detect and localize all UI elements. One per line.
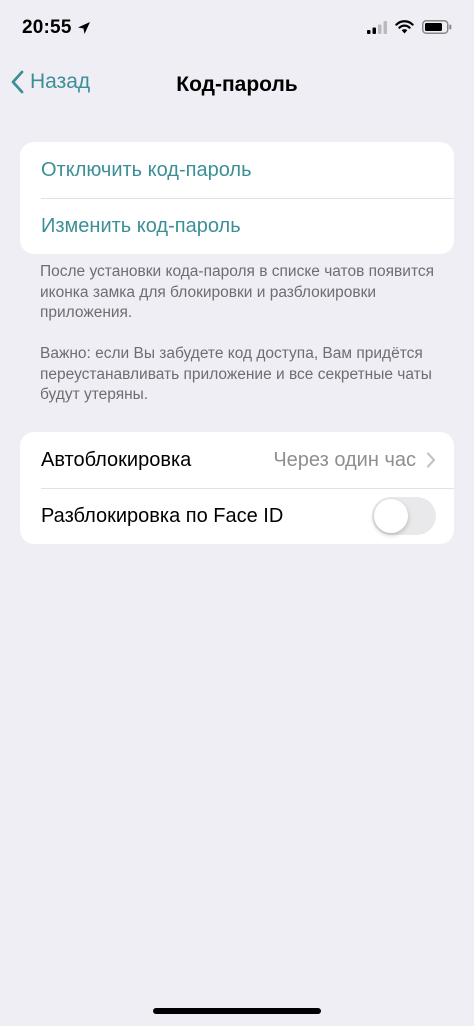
status-time: 20:55 bbox=[22, 17, 91, 39]
autolock-value: Через один час bbox=[273, 448, 416, 471]
passcode-actions-group: Отключить код-пароль Изменить код-пароль bbox=[20, 142, 454, 254]
signal-icon bbox=[367, 20, 387, 34]
page-title: Код-пароль bbox=[176, 73, 298, 96]
status-icons bbox=[367, 20, 452, 34]
autolock-label: Автоблокировка bbox=[41, 448, 192, 471]
toggle-knob bbox=[374, 499, 408, 533]
wifi-icon bbox=[395, 20, 414, 34]
status-bar: 20:55 bbox=[0, 0, 474, 56]
status-time-text: 20:55 bbox=[22, 17, 72, 38]
passcode-warning-text: Важно: если Вы забудете код доступа, Вам… bbox=[40, 345, 432, 403]
navigation-bar: Назад Код-пароль bbox=[0, 60, 474, 108]
faceid-row: Разблокировка по Face ID bbox=[20, 488, 454, 544]
disable-passcode-button[interactable]: Отключить код-пароль bbox=[20, 142, 454, 198]
lock-settings-group: Автоблокировка Через один час Разблокиро… bbox=[20, 432, 454, 544]
change-passcode-button[interactable]: Изменить код-пароль bbox=[20, 198, 454, 254]
faceid-toggle[interactable] bbox=[372, 497, 436, 535]
home-indicator bbox=[153, 1008, 321, 1014]
chevron-right-icon bbox=[426, 452, 436, 468]
passcode-info-text: После установки кода-пароля в списке чат… bbox=[40, 263, 435, 321]
autolock-row[interactable]: Автоблокировка Через один час bbox=[20, 432, 454, 488]
location-icon bbox=[77, 22, 90, 34]
faceid-label: Разблокировка по Face ID bbox=[41, 504, 284, 527]
battery-icon bbox=[422, 20, 452, 34]
